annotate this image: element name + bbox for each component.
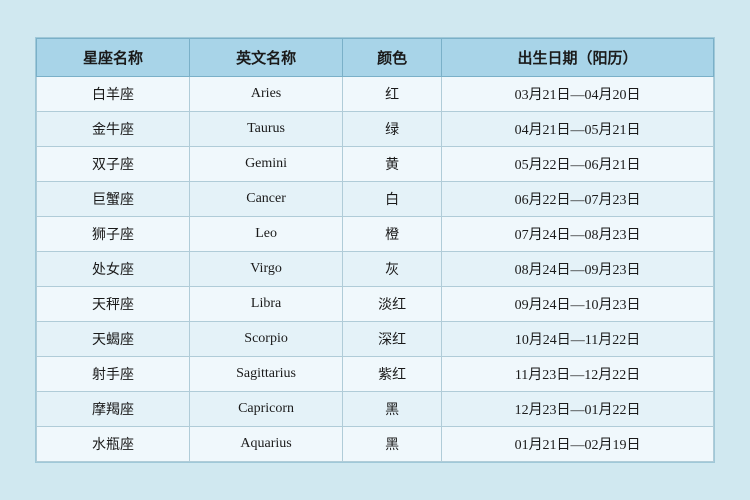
table-header-row: 星座名称 英文名称 颜色 出生日期（阳历）: [37, 39, 714, 77]
cell-english-name: Aquarius: [190, 427, 343, 462]
cell-english-name: Sagittarius: [190, 357, 343, 392]
cell-chinese-name: 双子座: [37, 147, 190, 182]
cell-dates: 09月24日—10月23日: [442, 287, 714, 322]
cell-dates: 11月23日—12月22日: [442, 357, 714, 392]
cell-chinese-name: 白羊座: [37, 77, 190, 112]
header-chinese-name: 星座名称: [37, 39, 190, 77]
table-body: 白羊座Aries红03月21日—04月20日金牛座Taurus绿04月21日—0…: [37, 77, 714, 462]
cell-english-name: Virgo: [190, 252, 343, 287]
zodiac-table-container: 星座名称 英文名称 颜色 出生日期（阳历） 白羊座Aries红03月21日—04…: [35, 37, 715, 463]
table-row: 白羊座Aries红03月21日—04月20日: [37, 77, 714, 112]
cell-dates: 08月24日—09月23日: [442, 252, 714, 287]
cell-english-name: Gemini: [190, 147, 343, 182]
cell-chinese-name: 金牛座: [37, 112, 190, 147]
cell-dates: 07月24日—08月23日: [442, 217, 714, 252]
cell-chinese-name: 狮子座: [37, 217, 190, 252]
header-english-name: 英文名称: [190, 39, 343, 77]
cell-dates: 05月22日—06月21日: [442, 147, 714, 182]
cell-chinese-name: 处女座: [37, 252, 190, 287]
table-row: 天秤座Libra淡红09月24日—10月23日: [37, 287, 714, 322]
cell-english-name: Aries: [190, 77, 343, 112]
cell-english-name: Scorpio: [190, 322, 343, 357]
cell-chinese-name: 天蝎座: [37, 322, 190, 357]
cell-color: 绿: [343, 112, 442, 147]
table-row: 水瓶座Aquarius黑01月21日—02月19日: [37, 427, 714, 462]
table-row: 金牛座Taurus绿04月21日—05月21日: [37, 112, 714, 147]
cell-chinese-name: 水瓶座: [37, 427, 190, 462]
zodiac-table: 星座名称 英文名称 颜色 出生日期（阳历） 白羊座Aries红03月21日—04…: [36, 38, 714, 462]
cell-color: 深红: [343, 322, 442, 357]
cell-dates: 12月23日—01月22日: [442, 392, 714, 427]
cell-dates: 04月21日—05月21日: [442, 112, 714, 147]
table-row: 摩羯座Capricorn黑12月23日—01月22日: [37, 392, 714, 427]
table-row: 双子座Gemini黄05月22日—06月21日: [37, 147, 714, 182]
cell-color: 红: [343, 77, 442, 112]
cell-color: 橙: [343, 217, 442, 252]
table-row: 巨蟹座Cancer白06月22日—07月23日: [37, 182, 714, 217]
header-dates: 出生日期（阳历）: [442, 39, 714, 77]
cell-color: 紫红: [343, 357, 442, 392]
cell-english-name: Capricorn: [190, 392, 343, 427]
cell-dates: 01月21日—02月19日: [442, 427, 714, 462]
cell-color: 黄: [343, 147, 442, 182]
cell-color: 灰: [343, 252, 442, 287]
table-row: 射手座Sagittarius紫红11月23日—12月22日: [37, 357, 714, 392]
table-row: 天蝎座Scorpio深红10月24日—11月22日: [37, 322, 714, 357]
cell-color: 白: [343, 182, 442, 217]
cell-dates: 03月21日—04月20日: [442, 77, 714, 112]
cell-color: 黑: [343, 427, 442, 462]
cell-chinese-name: 巨蟹座: [37, 182, 190, 217]
cell-english-name: Leo: [190, 217, 343, 252]
cell-english-name: Taurus: [190, 112, 343, 147]
cell-color: 淡红: [343, 287, 442, 322]
cell-color: 黑: [343, 392, 442, 427]
table-row: 处女座Virgo灰08月24日—09月23日: [37, 252, 714, 287]
table-row: 狮子座Leo橙07月24日—08月23日: [37, 217, 714, 252]
cell-english-name: Libra: [190, 287, 343, 322]
cell-chinese-name: 摩羯座: [37, 392, 190, 427]
cell-chinese-name: 射手座: [37, 357, 190, 392]
header-color: 颜色: [343, 39, 442, 77]
cell-english-name: Cancer: [190, 182, 343, 217]
cell-dates: 06月22日—07月23日: [442, 182, 714, 217]
cell-dates: 10月24日—11月22日: [442, 322, 714, 357]
cell-chinese-name: 天秤座: [37, 287, 190, 322]
